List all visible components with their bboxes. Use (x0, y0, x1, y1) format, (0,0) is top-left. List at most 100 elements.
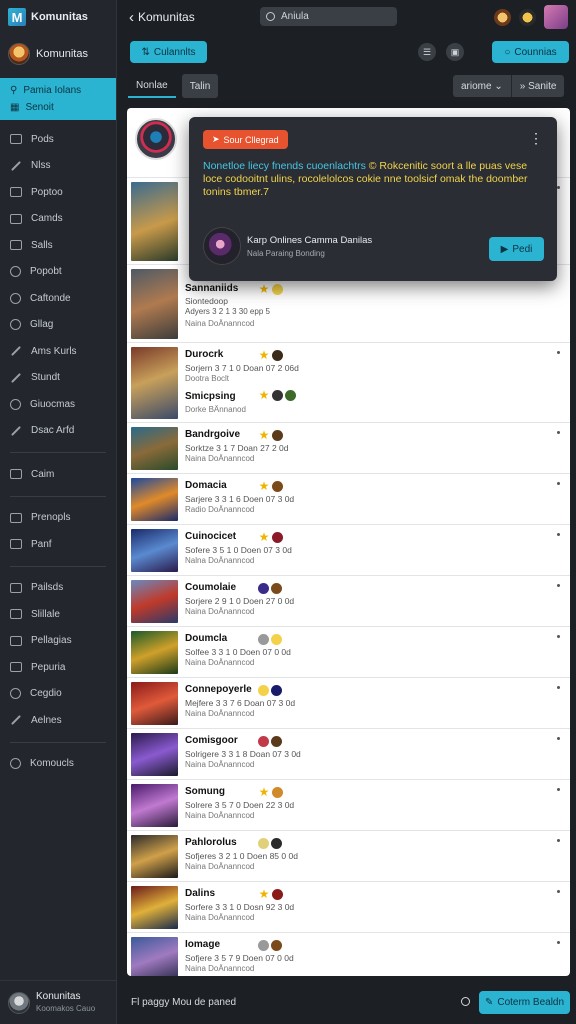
headset-icon (10, 292, 21, 304)
more-icon[interactable] (557, 941, 560, 944)
avatar[interactable] (135, 118, 177, 160)
more-menu-icon[interactable]: ⋮ (529, 130, 543, 147)
filter-button-label: Culannlts (153, 46, 196, 58)
sort-toggle[interactable]: » Sanite (511, 75, 565, 97)
list-item[interactable]: Connepoyerle Mejfere 3 3 7 6 Doan 07 3 0… (127, 678, 570, 729)
list-item[interactable]: Bandrgoive Sorktze 3 1 7 Doan 27 2 0d Na… (127, 423, 570, 474)
sidebar-item-caim[interactable]: Caim (0, 461, 116, 488)
list-view-icon[interactable]: ☰ (418, 43, 436, 61)
sidebar-item-label: Caim (31, 468, 55, 480)
sidebar-item-nlss[interactable]: Nlss (0, 153, 116, 180)
search-input[interactable]: Aniula (260, 7, 397, 26)
sidebar-item-camds[interactable]: Camds (0, 206, 116, 233)
search-icon[interactable] (461, 997, 470, 1006)
inbox-icon (10, 512, 22, 523)
sidebar-item-label: Komoucls (30, 758, 74, 770)
community-button[interactable]: ○ Counnias (492, 41, 569, 63)
more-icon[interactable] (557, 788, 560, 791)
app-logo[interactable]: M Komunitas (0, 0, 116, 34)
sidebar-item-prenopls[interactable]: Prenopls (0, 505, 116, 532)
popup-badge-label: Sour Cllegrad (223, 134, 279, 145)
community-icon (10, 758, 21, 770)
emblem-icon (272, 350, 283, 361)
list-item[interactable]: Dalins Sorfere 3 3 1 0 Dosn 92 3 0d Nain… (127, 882, 570, 933)
gear-icon (258, 940, 269, 951)
sidebar-item-pellagias[interactable]: Pellagias (0, 628, 116, 655)
sidebar-profile[interactable]: Komunitas (0, 34, 116, 74)
chat-icon: ○ (504, 46, 511, 58)
star-icon: ★ (258, 887, 270, 901)
more-icon[interactable] (557, 635, 560, 638)
grid-view-icon[interactable]: ▣ (446, 43, 464, 61)
list-item[interactable]: Durocrk Sorjern 3 7 1 0 Doan 07 2 06d Do… (127, 343, 570, 423)
sidebar-item-poptoo[interactable]: Poptoo (0, 179, 116, 206)
sort-dropdown[interactable]: ariome ⌄ (453, 75, 512, 97)
sidebar-item-slillale[interactable]: Slillale (0, 601, 116, 628)
box-icon (10, 539, 22, 550)
sidebar-item-pods[interactable]: Pods (0, 126, 116, 153)
sidebar-item-pailsds[interactable]: Pailsds (0, 575, 116, 602)
tab-nonlae[interactable]: Nonlae (128, 74, 176, 98)
tab-talin[interactable]: Talin (181, 74, 219, 98)
popup-action-button[interactable]: ▶ Pedi (489, 237, 544, 261)
sidebar-footer-profile[interactable]: Konunitas Koomakos Cauo (0, 980, 117, 1024)
more-icon[interactable] (557, 351, 560, 354)
emblem-icon (271, 736, 282, 747)
list-item[interactable]: Domacia Sarjere 3 3 1 6 Doen 07 3 0d Rad… (127, 474, 570, 525)
shield-icon (271, 685, 282, 696)
sidebar-item-caftonde[interactable]: Caftonde (0, 285, 116, 312)
list-item[interactable]: Coumolaie Sorjere 2 9 1 0 Doen 27 0 0d N… (127, 576, 570, 627)
list-item[interactable]: Somung Solrere 3 5 7 0 Doen 22 3 0d Nain… (127, 780, 570, 831)
game-title: Coumolaie (185, 582, 237, 593)
create-button[interactable]: ✎ Coterm Bealdn (479, 991, 570, 1014)
more-icon[interactable] (557, 890, 560, 893)
status-text: Fl paggy Mou de paned (131, 996, 237, 1008)
sidebar-item-panf[interactable]: Panf (0, 531, 116, 558)
shield-icon (258, 583, 269, 594)
more-icon[interactable] (557, 533, 560, 536)
more-icon[interactable] (557, 431, 560, 434)
list-item[interactable]: Doumcla Solfee 3 3 1 0 Doen 07 0 0d Nain… (127, 627, 570, 678)
more-icon[interactable] (557, 584, 560, 587)
sidebar-item-cegdio[interactable]: Cegdio (0, 681, 116, 708)
sidebar-item-label: Giuocmas (30, 398, 76, 410)
sidebar-item-popobt[interactable]: Popobt (0, 259, 116, 286)
game-meta: Sofere 3 5 1 0 Doen 07 3 0d (185, 545, 292, 555)
card-icon (10, 213, 22, 224)
star-icon: ★ (258, 785, 270, 799)
sidebar-item-label: Pailsds (31, 582, 64, 594)
back-icon[interactable]: ‹ (129, 9, 134, 26)
list-item[interactable]: Cuinocicet Sofere 3 5 1 0 Doen 07 3 0d N… (127, 525, 570, 576)
gear-icon (258, 634, 269, 645)
avatar[interactable] (519, 8, 536, 26)
sidebar-item-komoucls[interactable]: Komoucls (0, 751, 116, 778)
list-item[interactable]: Pahlorolus Sofjeres 3 2 1 0 Doen 85 0 0d… (127, 831, 570, 882)
sidebar-item-pepuria[interactable]: Pepuria (0, 654, 116, 681)
page-title: Komunitas (138, 10, 195, 24)
sidebar-item-gllag[interactable]: Gllag (0, 312, 116, 339)
filter-button[interactable]: ⇅ Culannlts (130, 41, 207, 63)
sidebar-item-label: Salls (31, 239, 53, 251)
profile-avatar[interactable] (544, 5, 568, 29)
logo-icon: M (8, 8, 26, 26)
sidebar-item-aelnes[interactable]: Aelnes (0, 707, 116, 734)
sidebar-item-active[interactable]: ⚲ Pamia Iolans ▦ Senoit (0, 78, 116, 120)
game-subtitle: Naina DoÄnanncod (185, 319, 255, 328)
wand-icon (11, 346, 21, 357)
list-item[interactable]: Iomage Sofjere 3 5 7 9 Doen 07 0 0d Nain… (127, 933, 570, 976)
sidebar-item-dsac-arfd[interactable]: Dsac Arfd (0, 418, 116, 445)
more-icon[interactable] (557, 839, 560, 842)
more-icon[interactable] (557, 737, 560, 740)
game-thumbnail (131, 835, 178, 878)
game-thumbnail (131, 347, 178, 419)
more-icon[interactable] (557, 482, 560, 485)
list-item[interactable]: Comisgoor Solrigere 3 3 1 8 Doan 07 3 0d… (127, 729, 570, 780)
avatar[interactable] (494, 8, 511, 26)
sidebar-item-stundt[interactable]: Stundt (0, 365, 116, 392)
sidebar-item-salls[interactable]: Salls (0, 232, 116, 259)
game-subtitle: Naina DoÄnanncod (185, 760, 255, 769)
more-icon[interactable] (557, 186, 560, 189)
more-icon[interactable] (557, 686, 560, 689)
sidebar-item-giuocmas[interactable]: Giuocmas (0, 391, 116, 418)
sidebar-item-ams-kurls[interactable]: Ams Kurls (0, 338, 116, 365)
